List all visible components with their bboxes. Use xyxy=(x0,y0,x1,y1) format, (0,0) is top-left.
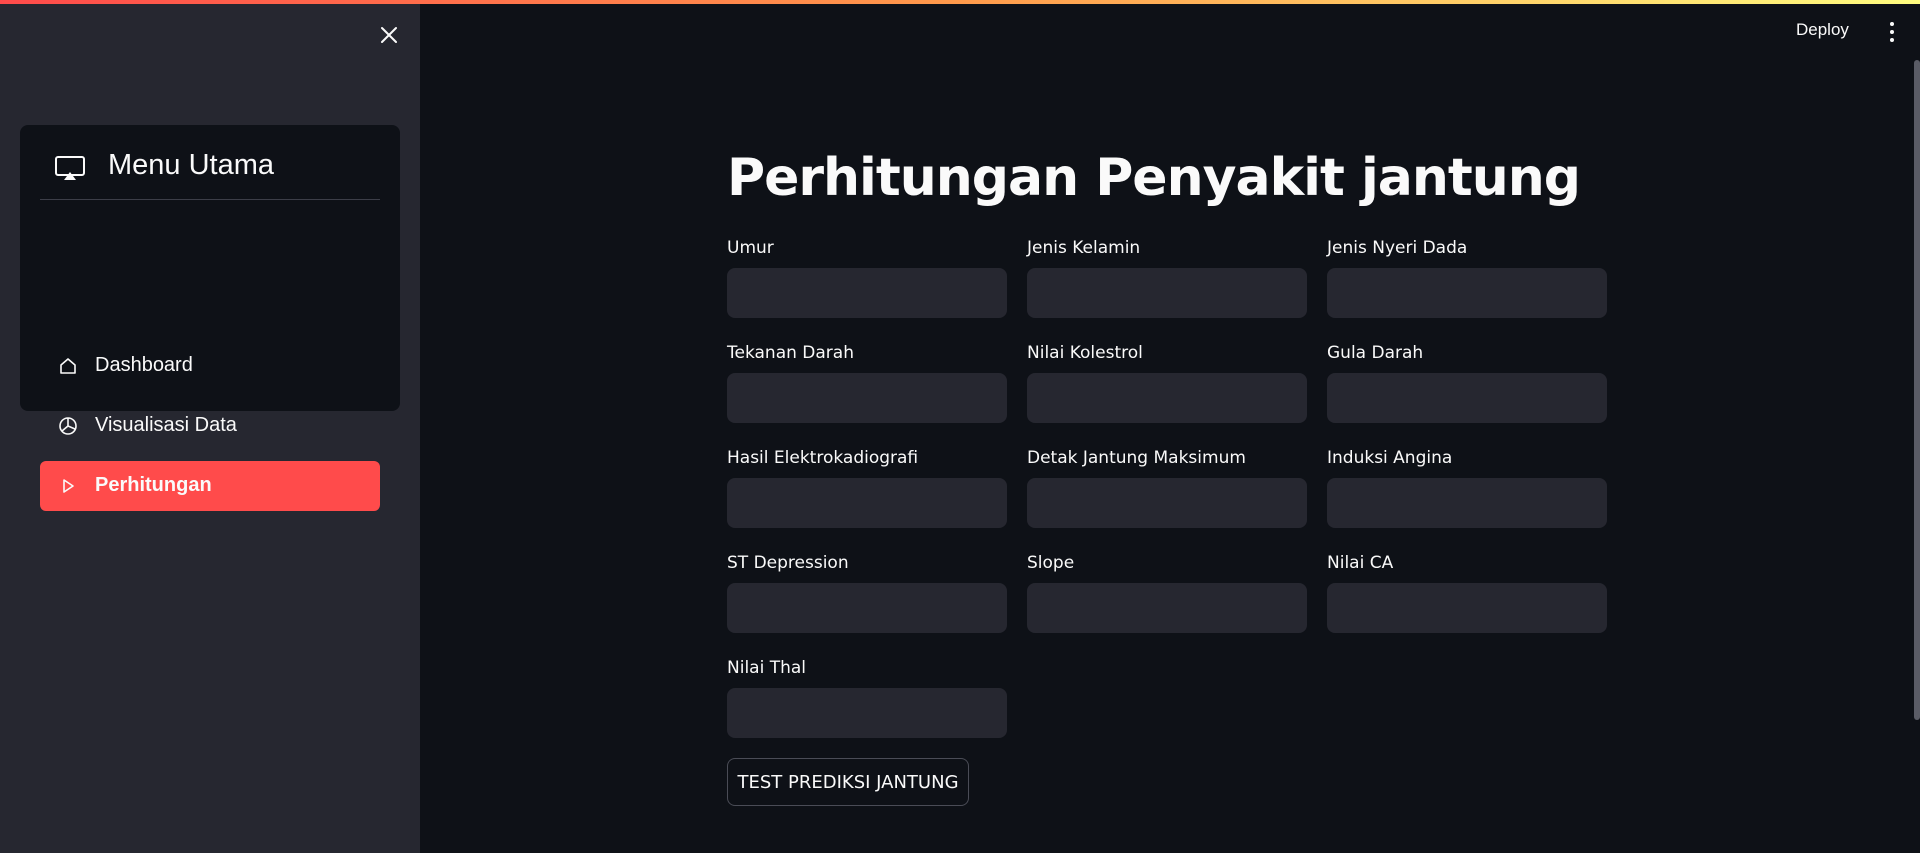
field-detak-jantung-maksimum: Detak Jantung Maksimum xyxy=(1027,448,1307,528)
sidebar-item-label: Perhitungan xyxy=(95,474,212,496)
nilai-thal-input[interactable] xyxy=(727,688,1007,738)
top-decoration-bar xyxy=(0,0,1920,4)
induksi-angina-input[interactable] xyxy=(1327,478,1607,528)
menu-header: Menu Utama xyxy=(20,125,400,199)
test-prediksi-button[interactable]: TEST PREDIKSI JANTUNG xyxy=(727,758,969,806)
option-menu: Menu Utama Dashboard Visualisasi Data Pe… xyxy=(20,125,400,511)
field-tekanan-darah: Tekanan Darah xyxy=(727,343,1007,423)
field-label: Umur xyxy=(727,238,774,258)
field-label: Nilai Kolestrol xyxy=(1027,343,1143,363)
nilai-kolestrol-input[interactable] xyxy=(1027,373,1307,423)
detak-jantung-maksimum-input[interactable] xyxy=(1027,478,1307,528)
field-umur: Umur xyxy=(727,238,1007,318)
field-label: ST Depression xyxy=(727,553,849,573)
close-icon[interactable] xyxy=(376,22,402,48)
field-gula-darah: Gula Darah xyxy=(1327,343,1607,423)
field-label: Jenis Kelamin xyxy=(1027,238,1141,258)
field-label: Hasil Elektrokadiografi xyxy=(727,448,919,468)
field-label: Nilai Thal xyxy=(727,658,807,678)
st-depression-input[interactable] xyxy=(727,583,1007,633)
deploy-button[interactable]: Deploy xyxy=(1796,20,1849,40)
gula-darah-input[interactable] xyxy=(1327,373,1607,423)
page-title: Perhitungan Penyakit jantung xyxy=(727,148,1581,208)
sidebar-item-visualisasi-data[interactable]: Visualisasi Data xyxy=(40,401,380,451)
menu-divider xyxy=(40,199,380,200)
sidebar-item-label: Visualisasi Data xyxy=(95,414,237,436)
field-nilai-thal: Nilai Thal xyxy=(727,658,1007,738)
tekanan-darah-input[interactable] xyxy=(727,373,1007,423)
field-label: Detak Jantung Maksimum xyxy=(1027,448,1246,468)
field-induksi-angina: Induksi Angina xyxy=(1327,448,1607,528)
slope-input[interactable] xyxy=(1027,583,1307,633)
nilai-ca-input[interactable] xyxy=(1327,583,1607,633)
more-options-icon[interactable] xyxy=(1886,20,1898,44)
sidebar-item-dashboard[interactable]: Dashboard xyxy=(40,341,380,391)
field-jenis-kelamin: Jenis Kelamin xyxy=(1027,238,1307,318)
scrollbar[interactable] xyxy=(1914,60,1920,720)
cast-icon xyxy=(54,155,86,181)
field-label: Jenis Nyeri Dada xyxy=(1327,238,1468,258)
field-label: Induksi Angina xyxy=(1327,448,1453,468)
sidebar-item-perhitungan[interactable]: Perhitungan xyxy=(40,461,380,511)
hasil-elektrokadiografi-input[interactable] xyxy=(727,478,1007,528)
menu-title: Menu Utama xyxy=(108,149,275,181)
sidebar-item-label: Dashboard xyxy=(95,354,193,376)
field-slope: Slope xyxy=(1027,553,1307,633)
field-label: Slope xyxy=(1027,553,1075,573)
field-jenis-nyeri-dada: Jenis Nyeri Dada xyxy=(1327,238,1607,318)
field-label: Tekanan Darah xyxy=(727,343,854,363)
jenis-kelamin-input[interactable] xyxy=(1027,268,1307,318)
field-label: Nilai CA xyxy=(1327,553,1394,573)
umur-input[interactable] xyxy=(727,268,1007,318)
field-st-depression: ST Depression xyxy=(727,553,1007,633)
play-icon xyxy=(58,476,78,496)
field-nilai-kolestrol: Nilai Kolestrol xyxy=(1027,343,1307,423)
field-nilai-ca: Nilai CA xyxy=(1327,553,1607,633)
field-hasil-elektrokadiografi: Hasil Elektrokadiografi xyxy=(727,448,1007,528)
pie-chart-icon xyxy=(58,416,78,436)
sidebar: Menu Utama Dashboard Visualisasi Data Pe… xyxy=(0,0,420,853)
house-icon xyxy=(58,356,78,376)
field-label: Gula Darah xyxy=(1327,343,1424,363)
jenis-nyeri-dada-input[interactable] xyxy=(1327,268,1607,318)
